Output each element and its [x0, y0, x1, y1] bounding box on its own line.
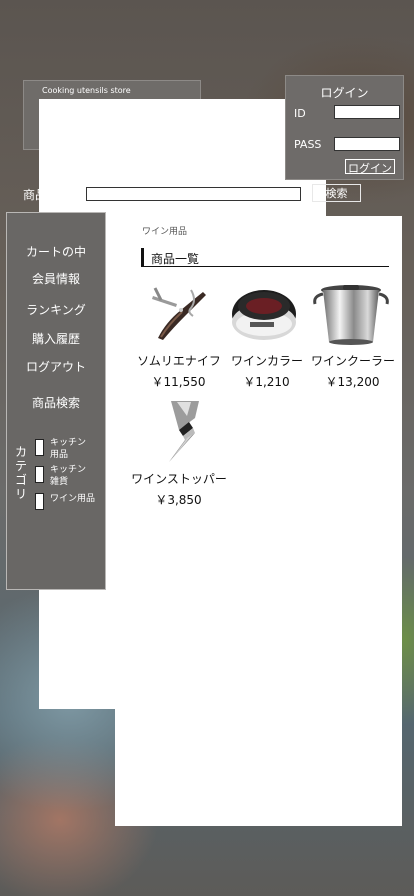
id-input[interactable] [334, 105, 400, 119]
product-price: ￥3,850 [155, 493, 202, 507]
sidebar-item-purchase-history[interactable]: 購入履歴 [7, 330, 105, 347]
wine-collar-icon [232, 290, 296, 340]
pass-label: PASS [294, 138, 322, 151]
login-title: ログイン [320, 86, 369, 100]
sidebar-item-cart[interactable]: カートの中 [7, 243, 105, 260]
sidebar-item-member-info[interactable]: 会員情報 [7, 270, 105, 287]
product-price: ￥1,210 [243, 375, 290, 389]
product-price: ￥13,200 [325, 375, 380, 389]
product-name[interactable]: ワインクーラー [293, 352, 413, 369]
category-text-line: キッチン [50, 465, 87, 475]
section-title: 商品一覧 [151, 252, 200, 266]
category-checkbox-kitchen-supplies[interactable] [35, 439, 44, 456]
wine-cooler-icon [313, 285, 389, 345]
sidebar-item-ranking[interactable]: ランキング [7, 301, 105, 318]
category-option-kitchen-goods: キッチン 雑貨 [50, 464, 86, 488]
category-text-line: 雑貨 [50, 477, 69, 487]
wine-stopper-icon [169, 401, 199, 462]
sommelier-knife-icon [152, 287, 206, 340]
login-button[interactable]: ログイン [345, 159, 395, 175]
category-label: カテゴリ [14, 445, 27, 501]
category-option-wine-supplies: ワイン用品 [50, 493, 95, 505]
category-text-line: 用品 [50, 450, 69, 460]
category-option-kitchen-supplies: キッチン 用品 [50, 437, 86, 461]
id-label: ID [294, 107, 306, 120]
sidebar-item-product-search[interactable]: 商品検索 [7, 394, 105, 411]
category-text-line: ワイン用品 [50, 494, 96, 504]
search-label: 商品検索： [23, 188, 84, 202]
store-subtitle: Cooking utensils store [42, 86, 131, 95]
category-checkbox-wine-supplies[interactable] [35, 493, 44, 510]
search-button[interactable]: 検索 [312, 184, 361, 202]
login-panel: ログイン ID PASS ログイン [285, 75, 404, 180]
search-input[interactable] [86, 187, 301, 201]
store-logo[interactable]: Cooking utensils store 調理道具 [23, 80, 326, 709]
main-panel: ワイン用品 商品一覧 ソムリエナイフ ￥11,550 ワインカラー ￥1,210 [115, 216, 402, 826]
sidebar: カートの中 会員情報 ランキング 購入履歴 ログアウト 商品検索 カテゴリ キッ… [6, 212, 106, 590]
product-price: ￥11,550 [151, 375, 206, 389]
category-text-line: キッチン [50, 438, 87, 448]
breadcrumb[interactable]: ワイン用品 [142, 224, 187, 237]
product-name[interactable]: ワインストッパー [119, 470, 239, 487]
pass-input[interactable] [334, 137, 400, 151]
category-checkbox-kitchen-goods[interactable] [35, 466, 44, 483]
section-heading: 商品一覧 [141, 248, 389, 267]
sidebar-item-logout[interactable]: ログアウト [7, 358, 105, 375]
